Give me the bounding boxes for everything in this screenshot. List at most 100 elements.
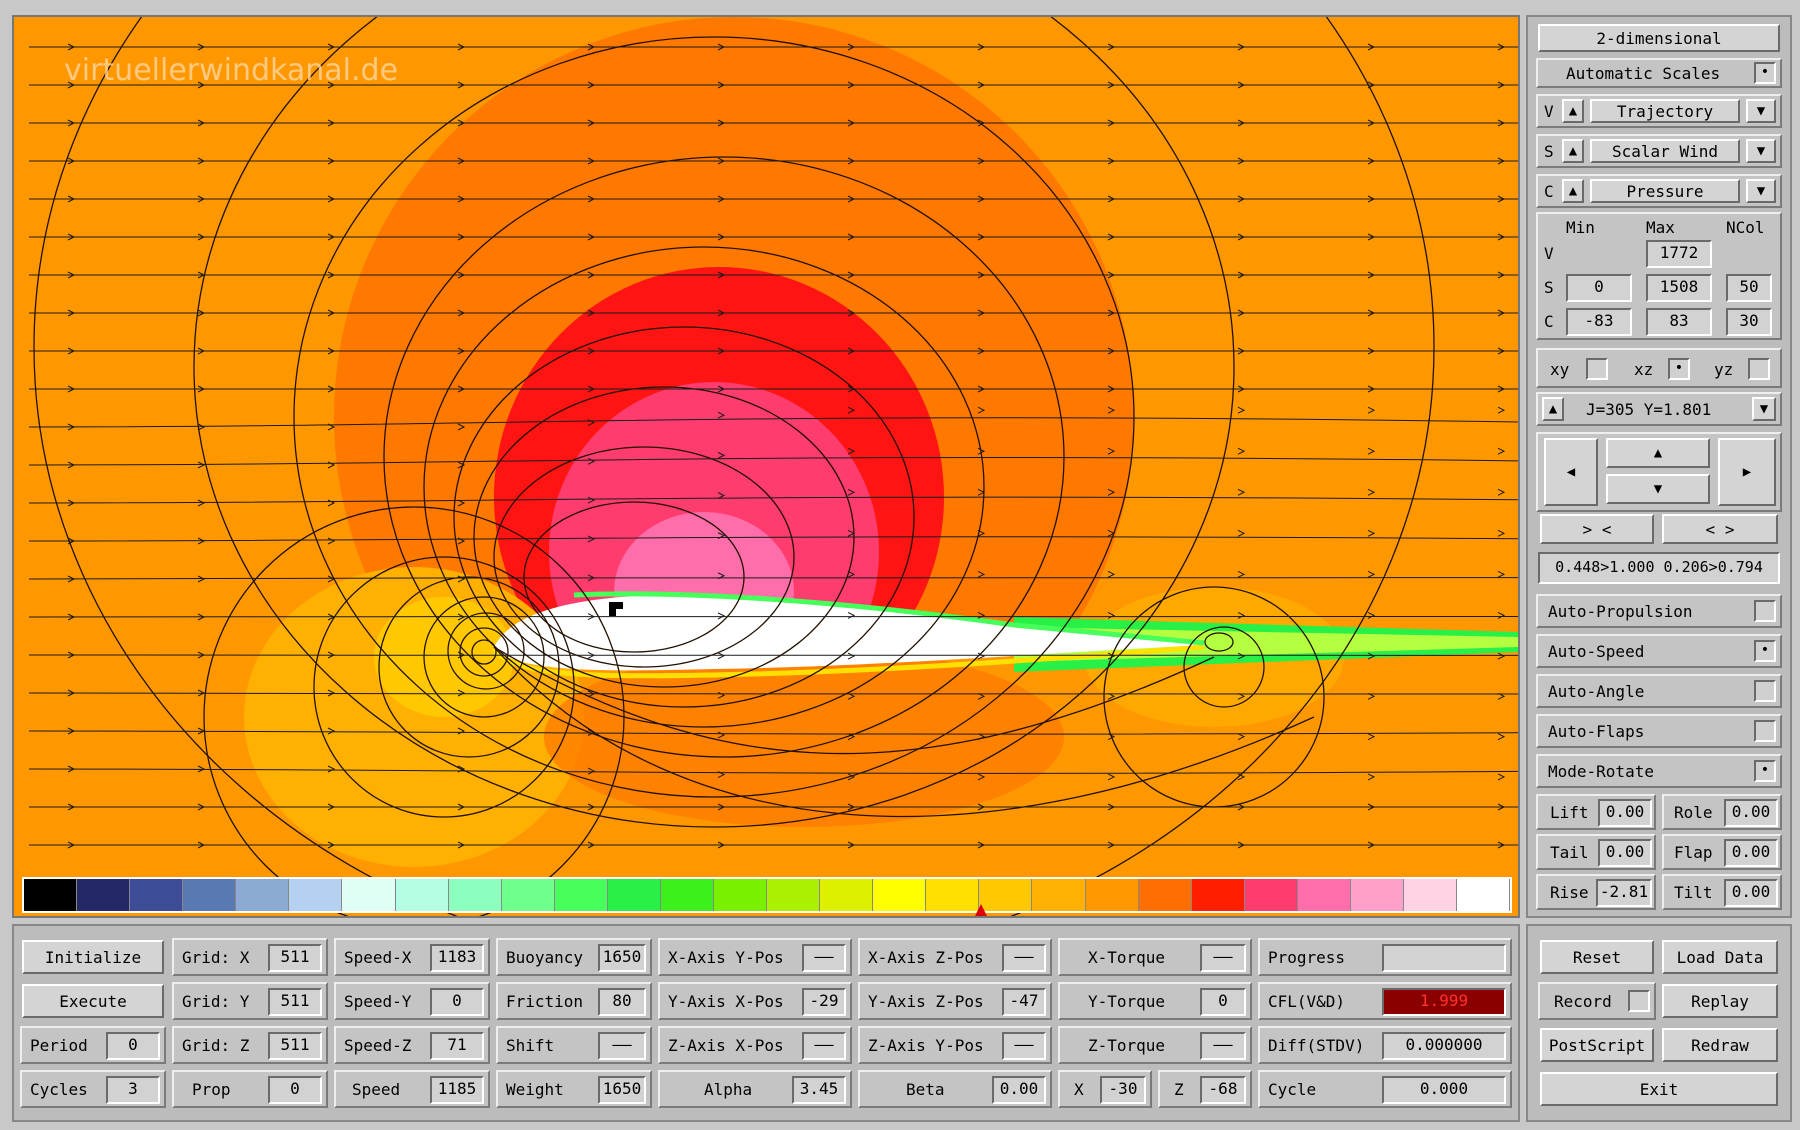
scalar-prev-button[interactable]: ▲ [1562, 139, 1584, 163]
diff-cell: Diff(STDV) 0.000000 [1258, 1026, 1512, 1064]
weight-label: Weight [506, 1080, 564, 1099]
speed-z-field[interactable]: 71 [430, 1032, 484, 1060]
color-swatch [660, 879, 715, 911]
speed-y-field[interactable]: 0 [430, 988, 484, 1016]
vector-select[interactable]: Trajectory [1590, 99, 1740, 123]
weight-field[interactable]: 1650 [598, 1076, 646, 1104]
execute-button[interactable]: Execute [22, 984, 164, 1018]
c-min-field[interactable]: -83 [1566, 308, 1632, 336]
plane-yz-checkbox[interactable] [1748, 358, 1770, 380]
contour-prev-button[interactable]: ▲ [1562, 179, 1584, 203]
slice-indicator: J=305 Y=1.801 [1586, 400, 1712, 419]
z-offset-field[interactable]: -68 [1200, 1076, 1246, 1104]
period-field[interactable]: 0 [106, 1032, 160, 1060]
cycles-field[interactable]: 3 [106, 1076, 160, 1104]
s-ncol-field[interactable]: 50 [1726, 274, 1772, 302]
flap-field[interactable]: 0.00 [1724, 839, 1778, 867]
prop-field[interactable]: 0 [268, 1076, 322, 1104]
flow-visualization[interactable]: virtuellerwindkanal.de [12, 15, 1520, 918]
rise-field[interactable]: -2.81 [1596, 879, 1652, 907]
slice-up-button[interactable]: ▲ [1542, 397, 1564, 421]
auto-propulsion-checkbox[interactable] [1754, 600, 1776, 622]
redraw-button[interactable]: Redraw [1662, 1028, 1778, 1062]
pan-down-button[interactable]: ▼ [1606, 474, 1710, 504]
c-ncol-field[interactable]: 30 [1726, 308, 1772, 336]
x-torque-field[interactable]: —— [1200, 944, 1246, 972]
load-data-button[interactable]: Load Data [1662, 940, 1778, 974]
plane-yz-label: yz [1714, 360, 1734, 379]
speed-x-field[interactable]: 1183 [430, 944, 484, 972]
s-min-field[interactable]: 0 [1566, 274, 1632, 302]
scalar-dropdown-button[interactable]: ▼ [1746, 139, 1776, 163]
postscript-button[interactable]: PostScript [1540, 1028, 1654, 1062]
mode-2d-button[interactable]: 2-dimensional [1538, 24, 1780, 52]
vector-dropdown-button[interactable]: ▼ [1746, 99, 1776, 123]
y-axis-x-pos-field[interactable]: -29 [802, 988, 846, 1016]
grid-x-field[interactable]: 511 [268, 944, 322, 972]
pan-right-button[interactable]: ▶ [1718, 438, 1776, 506]
vector-prev-button[interactable]: ▲ [1562, 99, 1584, 123]
x-offset-field[interactable]: -30 [1100, 1076, 1146, 1104]
x-axis-y-pos-field[interactable]: —— [802, 944, 846, 972]
flow-arrow [1237, 447, 1246, 455]
mode-rotate-checkbox[interactable]: • [1754, 760, 1776, 782]
buoyancy-field[interactable]: 1650 [598, 944, 646, 972]
initialize-button[interactable]: Initialize [22, 940, 164, 974]
v-max-field[interactable]: 1772 [1646, 240, 1712, 268]
s-max-field[interactable]: 1508 [1646, 274, 1712, 302]
grid-y-field[interactable]: 511 [268, 988, 322, 1016]
z-axis-y-pos-field[interactable]: —— [1002, 1032, 1046, 1060]
c-max-field[interactable]: 83 [1646, 308, 1712, 336]
color-swatch [448, 879, 502, 911]
grid-z-cell: Grid: Z 511 [172, 1026, 328, 1064]
contour-dropdown-button[interactable]: ▼ [1746, 179, 1776, 203]
x-axis-z-pos-label: X-Axis Z-Pos [868, 948, 984, 967]
y-torque-field[interactable]: 0 [1200, 988, 1246, 1016]
auto-angle-checkbox[interactable] [1754, 680, 1776, 702]
plane-xy-checkbox[interactable] [1586, 358, 1608, 380]
auto-speed-checkbox[interactable]: • [1754, 640, 1776, 662]
role-label: Role [1674, 803, 1713, 822]
y-axis-z-pos-field[interactable]: -47 [1002, 988, 1046, 1016]
scalar-select[interactable]: Scalar Wind [1590, 139, 1740, 163]
speed-x-label: Speed-X [344, 948, 412, 967]
role-field[interactable]: 0.00 [1724, 799, 1778, 827]
plane-xz-checkbox[interactable]: • [1668, 358, 1690, 380]
flow-arrow [197, 461, 206, 469]
lift-field[interactable]: 0.00 [1598, 799, 1652, 827]
color-scale-marker [972, 904, 990, 916]
exit-button[interactable]: Exit [1540, 1072, 1778, 1106]
shift-field[interactable]: —— [598, 1032, 646, 1060]
x-axis-z-pos-field[interactable]: —— [1002, 944, 1046, 972]
pan-left-button[interactable]: ◀ [1544, 438, 1598, 506]
color-swatch [1297, 879, 1351, 911]
y-torque-cell: Y-Torque 0 [1058, 982, 1252, 1020]
tail-field[interactable]: 0.00 [1598, 839, 1652, 867]
beta-field[interactable]: 0.00 [992, 1076, 1046, 1104]
lift-cell: Lift 0.00 [1536, 794, 1656, 830]
alpha-field[interactable]: 3.45 [792, 1076, 846, 1104]
tilt-field[interactable]: 0.00 [1724, 879, 1778, 907]
auto-scales-checkbox[interactable]: • [1754, 62, 1776, 84]
lift-label: Lift [1550, 803, 1589, 822]
contour-select[interactable]: Pressure [1590, 179, 1740, 203]
reset-button[interactable]: Reset [1540, 940, 1654, 974]
beta-cell: Beta 0.00 [858, 1070, 1052, 1108]
friction-field[interactable]: 80 [598, 988, 646, 1016]
grid-x-label: Grid: X [182, 948, 250, 967]
zoom-out-button[interactable]: < > [1662, 514, 1778, 544]
grid-z-field[interactable]: 511 [268, 1032, 322, 1060]
flow-arrow [1497, 570, 1506, 578]
zoom-in-button[interactable]: > < [1540, 514, 1654, 544]
z-axis-x-pos-field[interactable]: —— [802, 1032, 846, 1060]
flow-arrow [1367, 529, 1376, 537]
color-swatch [1191, 879, 1245, 911]
record-checkbox[interactable] [1628, 990, 1650, 1012]
replay-button[interactable]: Replay [1662, 984, 1778, 1018]
z-torque-field[interactable]: —— [1200, 1032, 1246, 1060]
speed-field[interactable]: 1185 [430, 1076, 484, 1104]
record-label: Record [1554, 992, 1612, 1011]
slice-down-button[interactable]: ▼ [1752, 397, 1776, 421]
pan-up-button[interactable]: ▲ [1606, 438, 1710, 468]
auto-flaps-checkbox[interactable] [1754, 720, 1776, 742]
